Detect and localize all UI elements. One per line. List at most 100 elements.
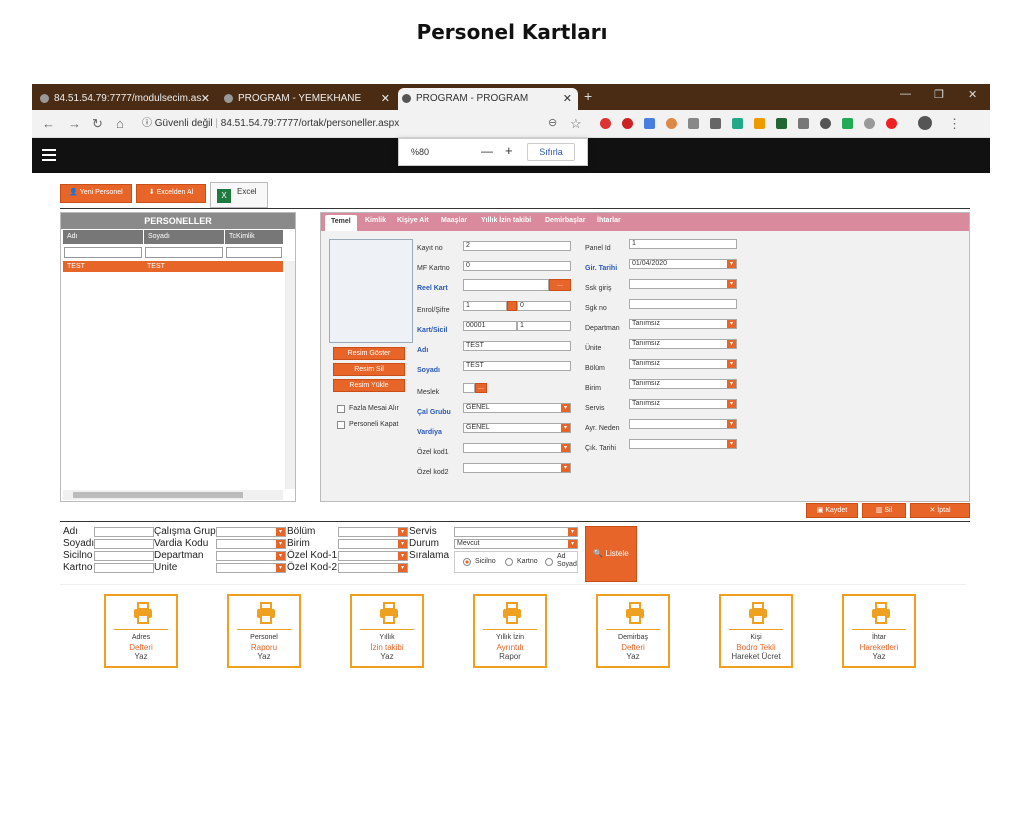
bolum-select[interactable]: Tanımsız ▾ (629, 359, 737, 369)
excel-button[interactable]: X Excel (210, 182, 268, 208)
forward-icon[interactable]: → (68, 116, 81, 131)
new-personnel-button[interactable]: 👤 Yeni Personel (60, 184, 132, 203)
zoom-reset-button[interactable]: Sıfırla (527, 143, 575, 161)
filter-durum-select[interactable]: Mevcut ▾ (454, 539, 578, 549)
chevron-down-icon[interactable]: ▾ (561, 424, 570, 432)
reload-icon[interactable]: ↻ (92, 116, 103, 132)
home-icon[interactable]: ⌂ (116, 116, 124, 131)
filter-ozel-kod2-select[interactable]: ▾ (338, 563, 408, 573)
cik-tarihi-datepicker[interactable]: ▾ (629, 439, 737, 449)
chevron-down-icon[interactable]: ▾ (398, 552, 407, 560)
ozel-kod1-select[interactable]: ▾ (463, 443, 571, 453)
chevron-down-icon[interactable]: ▾ (727, 340, 736, 348)
report-button[interactable]: Personel Raporu Yaz (227, 594, 301, 668)
chevron-down-icon[interactable]: ▾ (727, 400, 736, 408)
horizontal-scrollbar[interactable] (63, 490, 283, 500)
close-personnel-checkbox[interactable] (337, 421, 345, 429)
departman-select[interactable]: Tanımsız ▾ (629, 319, 737, 329)
extension-icon[interactable] (688, 118, 699, 129)
extension-icon[interactable] (732, 118, 743, 129)
ayr-neden-select[interactable]: ▾ (629, 419, 737, 429)
sort-kartno-radio[interactable] (505, 558, 513, 566)
chevron-down-icon[interactable]: ▾ (727, 320, 736, 328)
import-excel-button[interactable]: ⬇ Excelden Al (136, 184, 206, 203)
column-header-tc[interactable]: TcKimlik (225, 230, 283, 244)
hamburger-menu-icon[interactable] (42, 149, 56, 161)
chevron-down-icon[interactable]: ▾ (398, 564, 407, 572)
table-row-tc[interactable] (225, 261, 283, 272)
close-tab-icon[interactable]: ✕ (201, 88, 210, 110)
filter-servis-select[interactable]: ▾ (454, 527, 578, 537)
kayit-no-input[interactable]: 2 (463, 241, 571, 251)
chevron-down-icon[interactable]: ▾ (727, 420, 736, 428)
meslek-button[interactable]: ... (475, 383, 487, 393)
close-tab-icon[interactable]: ✕ (381, 88, 390, 110)
tab-demirbaslar[interactable]: Demirbaşlar (545, 217, 585, 224)
chevron-down-icon[interactable]: ▾ (398, 528, 407, 536)
report-button[interactable]: Kişi Bodro Tekli Hareket Ücret (719, 594, 793, 668)
meslek-input[interactable] (463, 383, 475, 393)
reel-kart-input[interactable] (463, 279, 549, 291)
chevron-down-icon[interactable]: ▾ (727, 280, 736, 288)
chevron-down-icon[interactable]: ▾ (727, 440, 736, 448)
filter-tc-input[interactable] (226, 247, 282, 258)
chevron-down-icon[interactable]: ▾ (727, 380, 736, 388)
menu-dots-icon[interactable]: ⋮ (948, 116, 961, 132)
zoom-icon[interactable]: ⊖ (548, 116, 557, 129)
filter-soyadi-input[interactable] (94, 539, 154, 549)
show-photo-button[interactable]: Resim Göster (333, 347, 405, 360)
back-icon[interactable]: ← (42, 116, 55, 131)
sort-adsoyad-radio[interactable] (545, 558, 553, 566)
extension-icon[interactable] (710, 118, 721, 129)
overtime-checkbox[interactable] (337, 405, 345, 413)
sort-sicilno-radio[interactable] (463, 558, 471, 566)
report-button[interactable]: Demirbaş Defteri Yaz (596, 594, 670, 668)
minimize-icon[interactable]: — (900, 88, 911, 100)
browser-tab-program[interactable]: PROGRAM - PROGRAM ✕ (398, 88, 578, 110)
ssk-giris-datepicker[interactable]: ▾ (629, 279, 737, 289)
filter-sicilno-input[interactable] (94, 551, 154, 561)
extension-icon[interactable] (864, 118, 875, 129)
new-tab-button[interactable]: + (584, 88, 592, 104)
enrol-button[interactable] (507, 301, 517, 311)
filter-kartno-input[interactable] (94, 563, 154, 573)
column-header-surname[interactable]: Soyadı (144, 230, 224, 244)
tab-yillik-izin[interactable]: Yıllık İzin takibi (481, 217, 531, 224)
save-button[interactable]: ▣ Kaydet (806, 503, 858, 518)
chevron-down-icon[interactable]: ▾ (276, 528, 285, 536)
reel-kart-button[interactable]: ... (549, 279, 571, 291)
adblock-icon[interactable] (622, 118, 633, 129)
extension-icon[interactable] (886, 118, 897, 129)
zoom-out-button[interactable]: — (481, 144, 493, 158)
list-button[interactable]: 🔍 Listele (585, 526, 637, 582)
url-field[interactable]: ⓘ Güvenli değil | 84.51.54.79:7777/ortak… (142, 114, 582, 134)
delete-photo-button[interactable]: Resim Sil (333, 363, 405, 376)
servis-select[interactable]: Tanımsız ▾ (629, 399, 737, 409)
gir-tarihi-datepicker[interactable]: 01/04/2020 ▾ (629, 259, 737, 269)
mf-kartno-input[interactable]: 0 (463, 261, 571, 271)
close-window-icon[interactable]: ✕ (968, 88, 977, 101)
extension-icon[interactable] (600, 118, 611, 129)
soyadi-input[interactable]: TEST (463, 361, 571, 371)
filter-bolum-select[interactable]: ▾ (338, 527, 408, 537)
sgk-no-input[interactable] (629, 299, 737, 309)
chevron-down-icon[interactable]: ▾ (561, 464, 570, 472)
chevron-down-icon[interactable]: ▾ (398, 540, 407, 548)
column-header-name[interactable]: Adı (63, 230, 143, 244)
report-button[interactable]: Adres Defteri Yaz (104, 594, 178, 668)
enrol-input[interactable]: 1 (463, 301, 507, 311)
bookmark-star-icon[interactable]: ☆ (570, 116, 582, 132)
filter-ozel-kod1-select[interactable]: ▾ (338, 551, 408, 561)
tab-kisiye-ait[interactable]: Kişiye Ait (397, 217, 429, 224)
filter-adi-input[interactable] (94, 527, 154, 537)
adi-input[interactable]: TEST (463, 341, 571, 351)
chevron-down-icon[interactable]: ▾ (568, 540, 577, 548)
filter-unite-select[interactable]: ▾ (216, 563, 286, 573)
tab-maaslar[interactable]: Maaşlar (441, 217, 467, 224)
filter-name-input[interactable] (64, 247, 142, 258)
chevron-down-icon[interactable]: ▾ (727, 260, 736, 268)
vardiya-select[interactable]: GENEL ▾ (463, 423, 571, 433)
filter-departman-select[interactable]: ▾ (216, 551, 286, 561)
report-button[interactable]: Yıllık İzin Ayrıntılı Rapor (473, 594, 547, 668)
filter-calisma-grup-select[interactable]: ▾ (216, 527, 286, 537)
